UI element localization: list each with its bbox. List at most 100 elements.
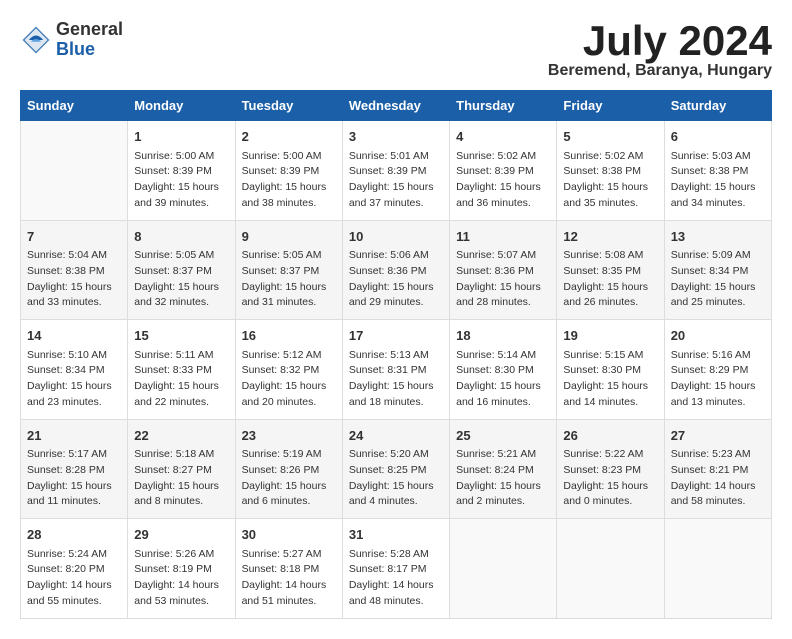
day-number: 12	[563, 227, 657, 247]
calendar-cell: 5Sunrise: 5:02 AM Sunset: 8:38 PM Daylig…	[557, 121, 664, 221]
day-number: 8	[134, 227, 228, 247]
day-number: 18	[456, 326, 550, 346]
day-number: 16	[242, 326, 336, 346]
day-info: Sunrise: 5:27 AM Sunset: 8:18 PM Dayligh…	[242, 547, 336, 610]
day-info: Sunrise: 5:09 AM Sunset: 8:34 PM Dayligh…	[671, 248, 765, 311]
day-info: Sunrise: 5:02 AM Sunset: 8:38 PM Dayligh…	[563, 149, 657, 212]
logo-text: General Blue	[56, 20, 123, 60]
calendar-cell	[450, 519, 557, 619]
day-number: 26	[563, 426, 657, 446]
col-header-tuesday: Tuesday	[235, 91, 342, 121]
calendar-cell: 26Sunrise: 5:22 AM Sunset: 8:23 PM Dayli…	[557, 419, 664, 519]
day-number: 9	[242, 227, 336, 247]
week-row-3: 14Sunrise: 5:10 AM Sunset: 8:34 PM Dayli…	[21, 320, 772, 420]
day-info: Sunrise: 5:01 AM Sunset: 8:39 PM Dayligh…	[349, 149, 443, 212]
day-info: Sunrise: 5:16 AM Sunset: 8:29 PM Dayligh…	[671, 348, 765, 411]
logo: General Blue	[20, 20, 123, 60]
calendar-cell: 18Sunrise: 5:14 AM Sunset: 8:30 PM Dayli…	[450, 320, 557, 420]
calendar-cell: 8Sunrise: 5:05 AM Sunset: 8:37 PM Daylig…	[128, 220, 235, 320]
day-info: Sunrise: 5:18 AM Sunset: 8:27 PM Dayligh…	[134, 447, 228, 510]
day-info: Sunrise: 5:11 AM Sunset: 8:33 PM Dayligh…	[134, 348, 228, 411]
day-number: 13	[671, 227, 765, 247]
day-info: Sunrise: 5:22 AM Sunset: 8:23 PM Dayligh…	[563, 447, 657, 510]
day-info: Sunrise: 5:28 AM Sunset: 8:17 PM Dayligh…	[349, 547, 443, 610]
day-number: 28	[27, 525, 121, 545]
calendar-cell: 23Sunrise: 5:19 AM Sunset: 8:26 PM Dayli…	[235, 419, 342, 519]
day-info: Sunrise: 5:06 AM Sunset: 8:36 PM Dayligh…	[349, 248, 443, 311]
calendar-cell: 2Sunrise: 5:00 AM Sunset: 8:39 PM Daylig…	[235, 121, 342, 221]
calendar-cell: 17Sunrise: 5:13 AM Sunset: 8:31 PM Dayli…	[342, 320, 449, 420]
calendar-cell: 21Sunrise: 5:17 AM Sunset: 8:28 PM Dayli…	[21, 419, 128, 519]
week-row-4: 21Sunrise: 5:17 AM Sunset: 8:28 PM Dayli…	[21, 419, 772, 519]
day-info: Sunrise: 5:00 AM Sunset: 8:39 PM Dayligh…	[134, 149, 228, 212]
day-number: 2	[242, 127, 336, 147]
calendar-cell: 14Sunrise: 5:10 AM Sunset: 8:34 PM Dayli…	[21, 320, 128, 420]
day-info: Sunrise: 5:15 AM Sunset: 8:30 PM Dayligh…	[563, 348, 657, 411]
week-row-2: 7Sunrise: 5:04 AM Sunset: 8:38 PM Daylig…	[21, 220, 772, 320]
calendar-table: SundayMondayTuesdayWednesdayThursdayFrid…	[20, 90, 772, 619]
day-info: Sunrise: 5:23 AM Sunset: 8:21 PM Dayligh…	[671, 447, 765, 510]
calendar-cell: 7Sunrise: 5:04 AM Sunset: 8:38 PM Daylig…	[21, 220, 128, 320]
day-info: Sunrise: 5:17 AM Sunset: 8:28 PM Dayligh…	[27, 447, 121, 510]
day-info: Sunrise: 5:05 AM Sunset: 8:37 PM Dayligh…	[134, 248, 228, 311]
calendar-cell: 19Sunrise: 5:15 AM Sunset: 8:30 PM Dayli…	[557, 320, 664, 420]
header-row: SundayMondayTuesdayWednesdayThursdayFrid…	[21, 91, 772, 121]
calendar-cell: 9Sunrise: 5:05 AM Sunset: 8:37 PM Daylig…	[235, 220, 342, 320]
col-header-friday: Friday	[557, 91, 664, 121]
day-number: 19	[563, 326, 657, 346]
day-info: Sunrise: 5:20 AM Sunset: 8:25 PM Dayligh…	[349, 447, 443, 510]
calendar-cell: 1Sunrise: 5:00 AM Sunset: 8:39 PM Daylig…	[128, 121, 235, 221]
day-info: Sunrise: 5:12 AM Sunset: 8:32 PM Dayligh…	[242, 348, 336, 411]
day-number: 23	[242, 426, 336, 446]
calendar-cell	[21, 121, 128, 221]
logo-icon	[20, 24, 52, 56]
day-number: 3	[349, 127, 443, 147]
day-info: Sunrise: 5:05 AM Sunset: 8:37 PM Dayligh…	[242, 248, 336, 311]
day-number: 6	[671, 127, 765, 147]
day-info: Sunrise: 5:10 AM Sunset: 8:34 PM Dayligh…	[27, 348, 121, 411]
day-info: Sunrise: 5:04 AM Sunset: 8:38 PM Dayligh…	[27, 248, 121, 311]
calendar-cell: 6Sunrise: 5:03 AM Sunset: 8:38 PM Daylig…	[664, 121, 771, 221]
day-info: Sunrise: 5:19 AM Sunset: 8:26 PM Dayligh…	[242, 447, 336, 510]
day-info: Sunrise: 5:08 AM Sunset: 8:35 PM Dayligh…	[563, 248, 657, 311]
calendar-cell: 31Sunrise: 5:28 AM Sunset: 8:17 PM Dayli…	[342, 519, 449, 619]
calendar-cell	[557, 519, 664, 619]
calendar-cell: 4Sunrise: 5:02 AM Sunset: 8:39 PM Daylig…	[450, 121, 557, 221]
day-number: 24	[349, 426, 443, 446]
calendar-cell: 16Sunrise: 5:12 AM Sunset: 8:32 PM Dayli…	[235, 320, 342, 420]
day-number: 27	[671, 426, 765, 446]
day-info: Sunrise: 5:07 AM Sunset: 8:36 PM Dayligh…	[456, 248, 550, 311]
day-number: 5	[563, 127, 657, 147]
day-info: Sunrise: 5:24 AM Sunset: 8:20 PM Dayligh…	[27, 547, 121, 610]
calendar-cell: 29Sunrise: 5:26 AM Sunset: 8:19 PM Dayli…	[128, 519, 235, 619]
calendar-cell: 27Sunrise: 5:23 AM Sunset: 8:21 PM Dayli…	[664, 419, 771, 519]
calendar-cell: 30Sunrise: 5:27 AM Sunset: 8:18 PM Dayli…	[235, 519, 342, 619]
calendar-header: SundayMondayTuesdayWednesdayThursdayFrid…	[21, 91, 772, 121]
calendar-cell: 11Sunrise: 5:07 AM Sunset: 8:36 PM Dayli…	[450, 220, 557, 320]
month-title: July 2024	[548, 20, 772, 62]
day-number: 4	[456, 127, 550, 147]
day-number: 25	[456, 426, 550, 446]
calendar-cell: 28Sunrise: 5:24 AM Sunset: 8:20 PM Dayli…	[21, 519, 128, 619]
day-number: 1	[134, 127, 228, 147]
col-header-thursday: Thursday	[450, 91, 557, 121]
day-number: 10	[349, 227, 443, 247]
calendar-cell: 20Sunrise: 5:16 AM Sunset: 8:29 PM Dayli…	[664, 320, 771, 420]
day-number: 29	[134, 525, 228, 545]
calendar-cell: 3Sunrise: 5:01 AM Sunset: 8:39 PM Daylig…	[342, 121, 449, 221]
calendar-cell: 22Sunrise: 5:18 AM Sunset: 8:27 PM Dayli…	[128, 419, 235, 519]
day-number: 15	[134, 326, 228, 346]
day-number: 20	[671, 326, 765, 346]
day-info: Sunrise: 5:00 AM Sunset: 8:39 PM Dayligh…	[242, 149, 336, 212]
day-number: 31	[349, 525, 443, 545]
week-row-1: 1Sunrise: 5:00 AM Sunset: 8:39 PM Daylig…	[21, 121, 772, 221]
day-number: 17	[349, 326, 443, 346]
page-header: General Blue July 2024 Beremend, Baranya…	[20, 20, 772, 80]
col-header-saturday: Saturday	[664, 91, 771, 121]
day-info: Sunrise: 5:14 AM Sunset: 8:30 PM Dayligh…	[456, 348, 550, 411]
col-header-sunday: Sunday	[21, 91, 128, 121]
week-row-5: 28Sunrise: 5:24 AM Sunset: 8:20 PM Dayli…	[21, 519, 772, 619]
day-number: 30	[242, 525, 336, 545]
col-header-wednesday: Wednesday	[342, 91, 449, 121]
day-info: Sunrise: 5:21 AM Sunset: 8:24 PM Dayligh…	[456, 447, 550, 510]
